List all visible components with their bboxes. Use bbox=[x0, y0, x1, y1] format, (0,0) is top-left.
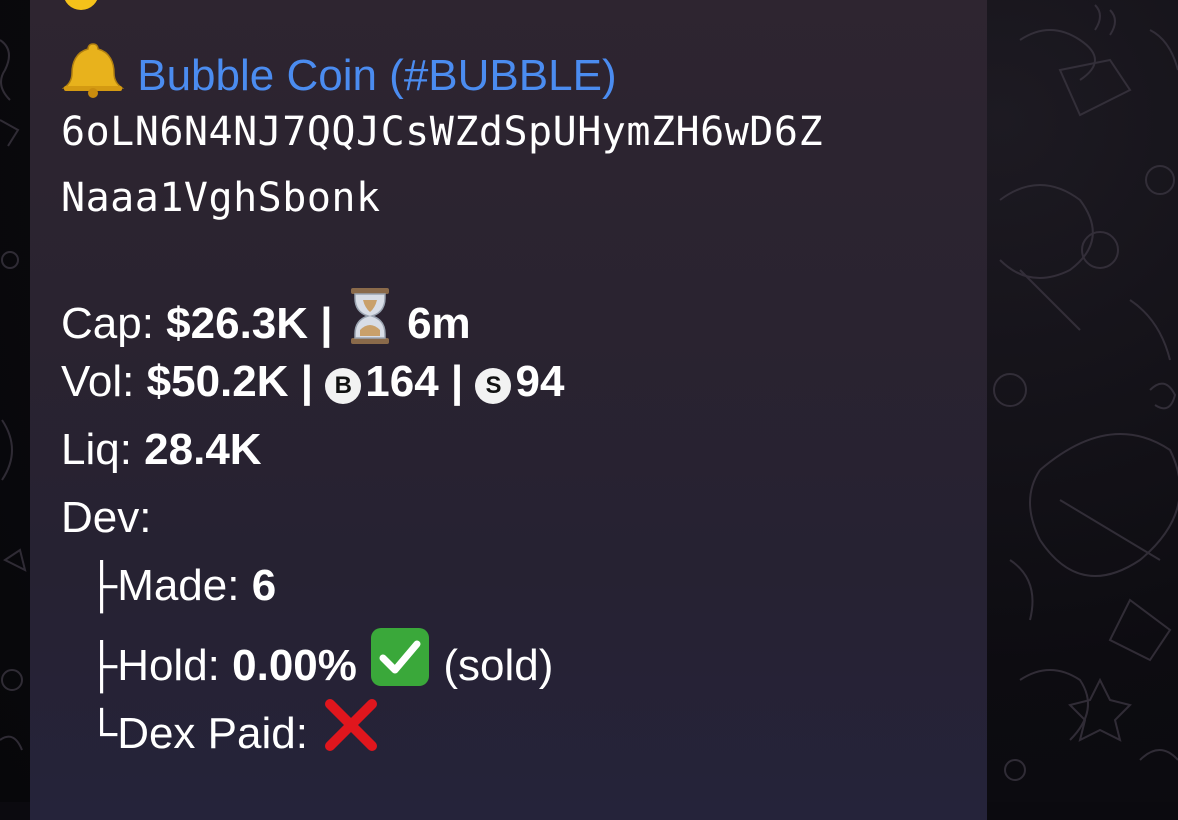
check-mark-icon bbox=[369, 626, 431, 702]
sells-value: 94 bbox=[515, 357, 565, 406]
dex-label: Dex Paid: bbox=[117, 709, 321, 758]
made-label: Made: bbox=[117, 561, 252, 610]
liq-value: 28.4K bbox=[144, 425, 262, 474]
cross-mark-icon bbox=[320, 694, 382, 770]
token-name-line: Bubble Coin (#BUBBLE) bbox=[61, 40, 617, 112]
token-name-link[interactable]: Bubble Coin (#BUBBLE) bbox=[137, 51, 616, 100]
message-bubble: Bubble Coin (#BUBBLE) 6oLN6N4NJ7QQJCsWZd… bbox=[30, 0, 987, 820]
dev-dex-paid-line: └Dex Paid: bbox=[86, 694, 382, 770]
vol-line: Vol: $50.2K | B 164 | S 94 bbox=[61, 354, 564, 410]
age-value: 6m bbox=[407, 299, 471, 348]
dev-label: Dev: bbox=[61, 493, 152, 542]
dev-line: Dev: bbox=[61, 490, 151, 546]
made-value: 6 bbox=[251, 561, 277, 610]
buys-value: 164 | bbox=[365, 357, 464, 406]
contract-address-line-2[interactable]: Naaa1VghSbonk bbox=[61, 170, 381, 226]
hold-value: 0.00% bbox=[232, 641, 357, 690]
buys-icon: B bbox=[325, 368, 362, 404]
face-icon bbox=[61, 0, 101, 26]
cutoff-header-line bbox=[61, 0, 101, 26]
vol-label: Vol: bbox=[61, 357, 147, 406]
contract-address-line-1[interactable]: 6oLN6N4NJ7QQJCsWZdSpUHymZH6wD6Z bbox=[61, 104, 823, 160]
dev-hold-line: ├Hold: 0.00% (sold) bbox=[86, 626, 553, 702]
tree-branch-hold: ├ bbox=[86, 641, 118, 690]
hold-label: Hold: bbox=[117, 641, 233, 690]
cap-label: Cap: bbox=[61, 299, 167, 348]
hourglass-icon bbox=[345, 286, 395, 360]
dev-made-line: ├Made: 6 bbox=[86, 558, 276, 614]
liq-label: Liq: bbox=[61, 425, 145, 474]
tree-branch-made: ├ bbox=[86, 561, 118, 610]
tree-branch-dex: └ bbox=[86, 709, 118, 758]
sells-icon: S bbox=[475, 368, 512, 404]
cap-value: $26.3K | bbox=[166, 299, 333, 348]
vol-value: $50.2K | bbox=[146, 357, 314, 406]
hold-note: (sold) bbox=[443, 641, 554, 690]
cap-line: Cap: $26.3K | 6m bbox=[61, 286, 471, 360]
bell-icon bbox=[61, 40, 125, 112]
liq-line: Liq: 28.4K bbox=[61, 422, 262, 478]
